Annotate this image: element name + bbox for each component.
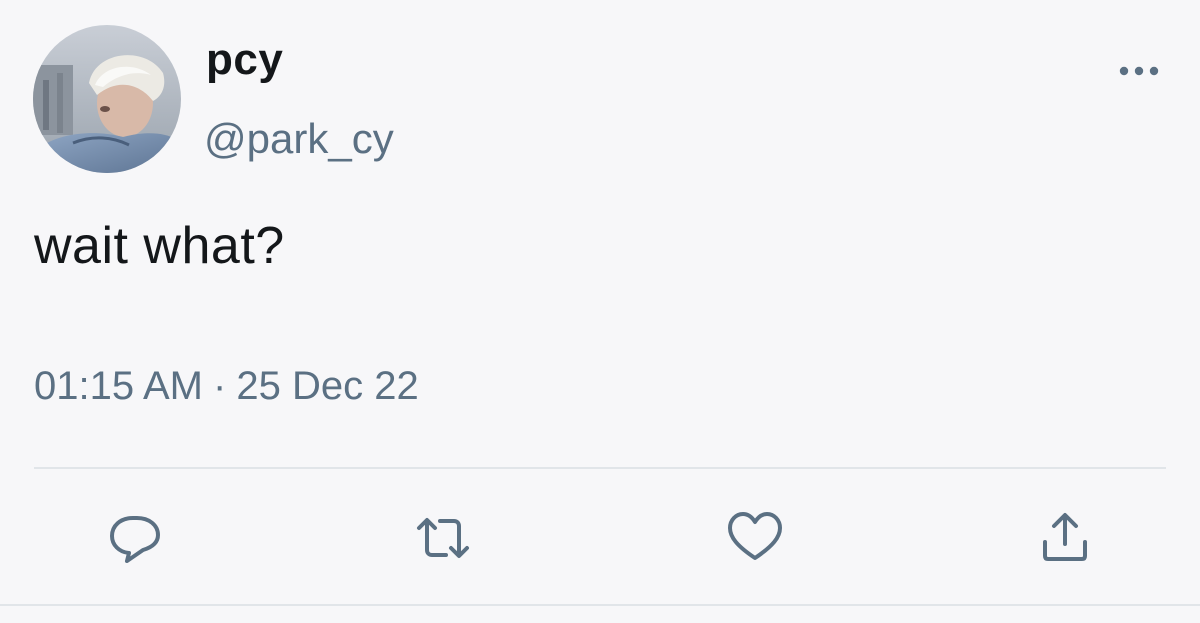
retweet-button[interactable] xyxy=(415,510,471,566)
avatar[interactable] xyxy=(33,25,181,173)
timestamp[interactable]: 01:15 AM · 25 Dec 22 xyxy=(34,366,419,406)
tweet-time: 01:15 AM xyxy=(34,364,204,408)
tweet-card: pcy @park_cy wait what? 01:15 AM · 25 Dec … xyxy=(0,0,1200,623)
tweet-text: wait what? xyxy=(34,217,285,275)
divider xyxy=(34,467,1166,469)
tweet-date: 25 Dec 22 xyxy=(236,364,419,408)
heart-icon xyxy=(728,512,782,560)
share-button[interactable] xyxy=(1037,510,1093,566)
timestamp-separator: · xyxy=(213,364,227,408)
avatar-image xyxy=(33,25,181,173)
user-handle[interactable]: @park_cy xyxy=(204,118,394,160)
more-options-icon[interactable] xyxy=(1117,62,1161,80)
reply-button[interactable] xyxy=(107,510,163,566)
reply-icon xyxy=(110,516,160,563)
retweet-icon xyxy=(417,518,469,558)
share-icon xyxy=(1043,513,1087,561)
display-name[interactable]: pcy xyxy=(206,38,283,82)
bottom-divider xyxy=(0,604,1200,606)
like-button[interactable] xyxy=(727,510,783,566)
